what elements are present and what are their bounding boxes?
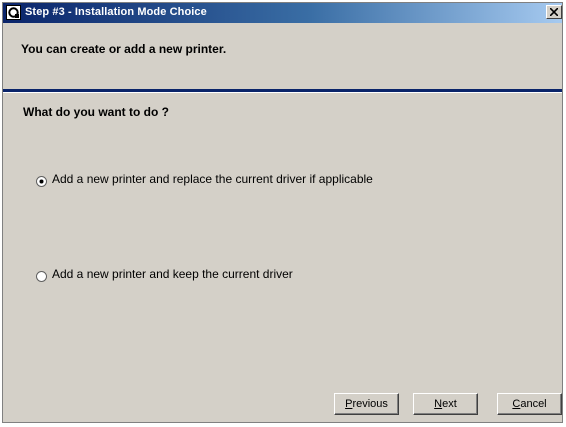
option-replace-driver-label: Add a new printer and replace the curren… (52, 172, 373, 186)
close-icon (550, 8, 558, 16)
header-panel: You can create or add a new printer. (3, 23, 562, 89)
header-instruction: You can create or add a new printer. (21, 42, 227, 56)
installation-mode-dialog: Step #3 - Installation Mode Choice You c… (2, 2, 563, 423)
radio-selected-icon[interactable] (36, 174, 47, 187)
close-button[interactable] (546, 5, 562, 19)
window-title: Step #3 - Installation Mode Choice (25, 6, 207, 18)
option-keep-driver[interactable]: Add a new printer and keep the current d… (36, 267, 293, 282)
next-button[interactable]: Next (413, 393, 478, 415)
previous-button[interactable]: Previous (334, 393, 399, 415)
printer-setup-icon (6, 5, 21, 20)
radio-unselected-icon[interactable] (36, 269, 47, 282)
separator-highlight (3, 92, 562, 93)
cancel-button[interactable]: Cancel (497, 393, 562, 415)
question-heading: What do you want to do ? (23, 105, 169, 119)
option-replace-driver[interactable]: Add a new printer and replace the curren… (36, 172, 373, 187)
title-bar[interactable]: Step #3 - Installation Mode Choice (3, 3, 562, 23)
option-keep-driver-label: Add a new printer and keep the current d… (52, 267, 293, 281)
